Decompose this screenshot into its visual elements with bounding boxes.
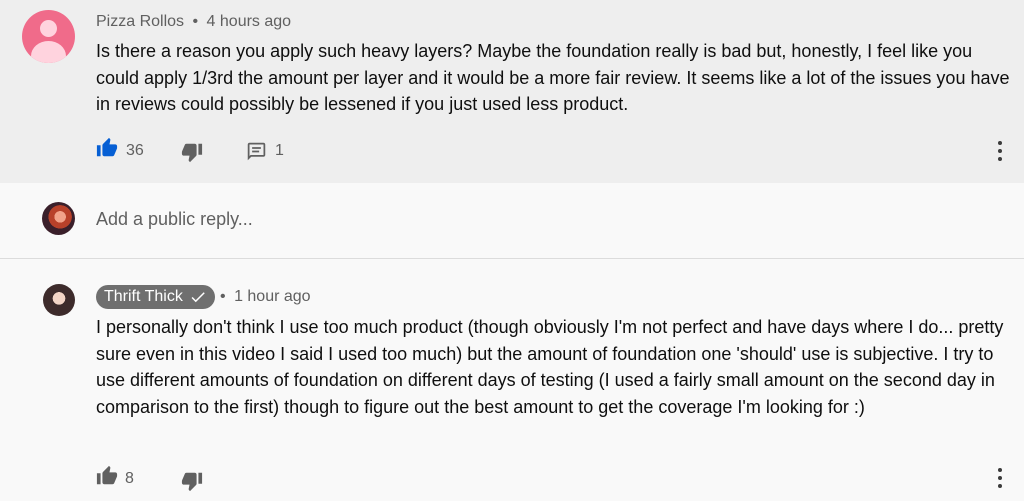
more-vert-icon[interactable] <box>997 468 1003 488</box>
like-button[interactable] <box>96 465 118 487</box>
comment-text: Is there a reason you apply such heavy l… <box>96 41 1010 114</box>
like-count: 36 <box>126 142 144 159</box>
checkmark-icon <box>191 292 205 303</box>
avatar[interactable] <box>22 10 75 63</box>
author-name[interactable]: Pizza Rollos <box>96 13 184 30</box>
reply-time[interactable]: 1 hour ago <box>234 288 311 305</box>
meta-separator: • <box>220 288 226 305</box>
reply-text: I personally don't think I use too much … <box>96 317 1004 417</box>
more-vert-icon[interactable] <box>997 141 1003 161</box>
dislike-button[interactable] <box>181 470 203 492</box>
comment-icon <box>247 142 266 161</box>
meta-separator: • <box>192 13 199 30</box>
thumbs-up-icon <box>96 137 118 157</box>
reply-input[interactable]: Add a public reply... <box>96 209 253 230</box>
like-count: 8 <box>125 470 134 487</box>
comment-header: Pizza Rollos • 4 hours ago <box>96 13 291 31</box>
reply-header: • 1 hour ago <box>220 288 311 306</box>
comment-thread: Pizza Rollos • 4 hours ago Is there a re… <box>0 0 1024 183</box>
like-button[interactable] <box>96 137 118 159</box>
avatar[interactable] <box>42 202 75 235</box>
thumbs-down-icon <box>181 143 203 163</box>
thumbs-up-icon <box>96 465 118 485</box>
avatar[interactable] <box>43 284 75 316</box>
reply-count: 1 <box>275 142 284 159</box>
dislike-button[interactable] <box>181 141 203 163</box>
comment-time[interactable]: 4 hours ago <box>207 13 292 30</box>
author-name: Thrift Thick <box>104 288 183 305</box>
thumbs-down-icon <box>181 472 203 492</box>
reply-button[interactable] <box>246 141 267 162</box>
author-chip[interactable]: Thrift Thick <box>96 285 215 309</box>
